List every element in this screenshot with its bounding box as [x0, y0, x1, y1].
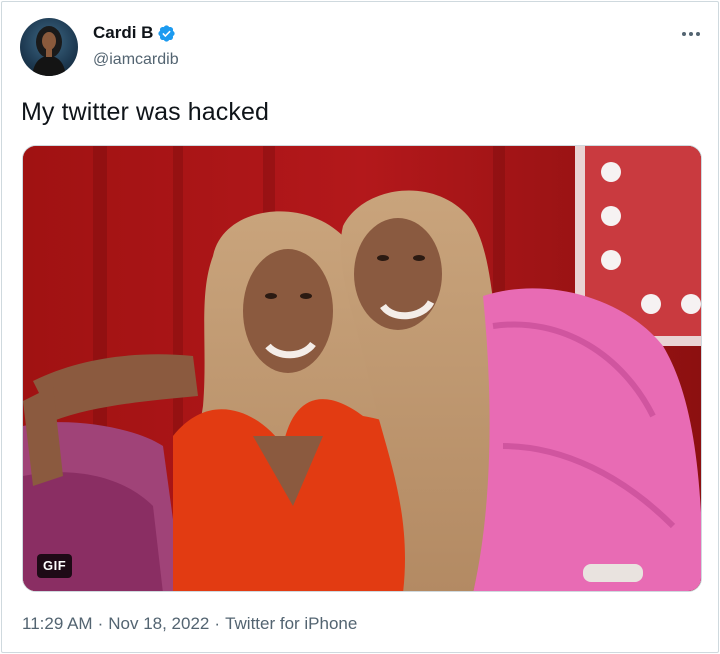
more-dot	[682, 32, 686, 36]
tweet-text: My twitter was hacked	[21, 98, 270, 126]
more-dot	[689, 32, 693, 36]
tweet-metadata: 11:29 AM · Nov 18, 2022 · Twitter for iP…	[22, 614, 357, 634]
tweet-media-gif[interactable]: GIF	[22, 145, 702, 592]
gif-preview-image	[23, 146, 701, 591]
display-name[interactable]: Cardi B	[93, 23, 153, 43]
meta-separator: ·	[97, 614, 104, 633]
tweet-header: Cardi B @iamcardib	[20, 18, 704, 78]
tweet-card: Cardi B @iamcardib My twitter was hacked	[1, 1, 719, 653]
avatar[interactable]	[20, 18, 78, 76]
display-name-row: Cardi B	[93, 22, 179, 44]
author-handle[interactable]: @iamcardib	[93, 51, 179, 69]
gif-badge: GIF	[37, 554, 73, 578]
meta-separator: ·	[214, 614, 221, 633]
verified-badge-icon	[158, 24, 176, 42]
author-names: Cardi B @iamcardib	[93, 22, 179, 69]
more-horizontal-icon[interactable]	[678, 24, 704, 44]
profile-photo-icon	[32, 26, 66, 76]
tweet-date[interactable]: Nov 18, 2022	[108, 614, 209, 634]
tweet-time[interactable]: 11:29 AM	[22, 614, 93, 634]
tweet-source[interactable]: Twitter for iPhone	[225, 614, 357, 634]
more-dot	[696, 32, 700, 36]
